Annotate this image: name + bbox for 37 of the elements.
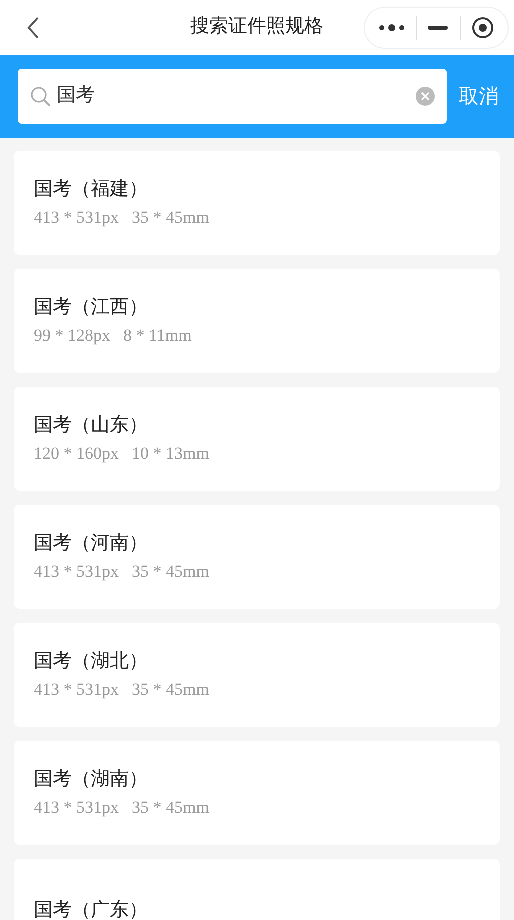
more-button[interactable] xyxy=(378,24,405,32)
pixel-size: 413 * 531px xyxy=(34,680,119,700)
print-size: 35 * 45mm xyxy=(132,798,210,818)
close-button[interactable] xyxy=(472,16,494,38)
result-card[interactable]: 国考（广东） xyxy=(14,859,500,920)
pixel-size: 99 * 128px xyxy=(34,326,110,346)
page-title: 搜索证件照规格 xyxy=(190,15,324,40)
search-icon xyxy=(30,86,52,108)
search-query: 国考 xyxy=(57,84,95,108)
spec-name: 国考（江西） xyxy=(34,296,149,320)
result-card[interactable]: 国考（山东） 120 * 160px 10 * 13mm xyxy=(14,387,500,491)
minimize-button[interactable] xyxy=(428,26,448,30)
print-size: 35 * 45mm xyxy=(132,562,210,582)
target-icon xyxy=(472,16,494,38)
print-size: 35 * 45mm xyxy=(132,208,210,228)
print-size: 10 * 13mm xyxy=(132,444,210,464)
minimize-icon xyxy=(428,26,448,30)
search-field[interactable]: 国考 xyxy=(18,69,447,124)
spec-name: 国考（河南） xyxy=(34,532,149,556)
result-card[interactable]: 国考（河南） 413 * 531px 35 * 45mm xyxy=(14,505,500,609)
pixel-size: 413 * 531px xyxy=(34,798,119,818)
back-icon xyxy=(26,16,40,40)
spec-name: 国考（湖南） xyxy=(34,768,149,792)
spec-name: 国考（广东） xyxy=(34,899,149,920)
result-card[interactable]: 国考（湖北） 413 * 531px 35 * 45mm xyxy=(14,623,500,727)
pixel-size: 413 * 531px xyxy=(34,562,119,582)
print-size: 35 * 45mm xyxy=(132,680,210,700)
spec-name: 国考（山东） xyxy=(34,414,149,438)
result-card[interactable]: 国考（江西） 99 * 128px 8 * 11mm xyxy=(14,269,500,373)
more-icon xyxy=(378,24,405,32)
spec-name: 国考（福建） xyxy=(34,178,149,202)
pixel-size: 120 * 160px xyxy=(34,444,119,464)
spec-name: 国考（湖北） xyxy=(34,650,149,674)
result-card[interactable]: 国考（福建） 413 * 531px 35 * 45mm xyxy=(14,151,500,255)
pixel-size: 413 * 531px xyxy=(34,208,119,228)
result-card[interactable]: 国考（湖南） 413 * 531px 35 * 45mm xyxy=(14,741,500,845)
print-size: 8 * 11mm xyxy=(124,326,192,346)
